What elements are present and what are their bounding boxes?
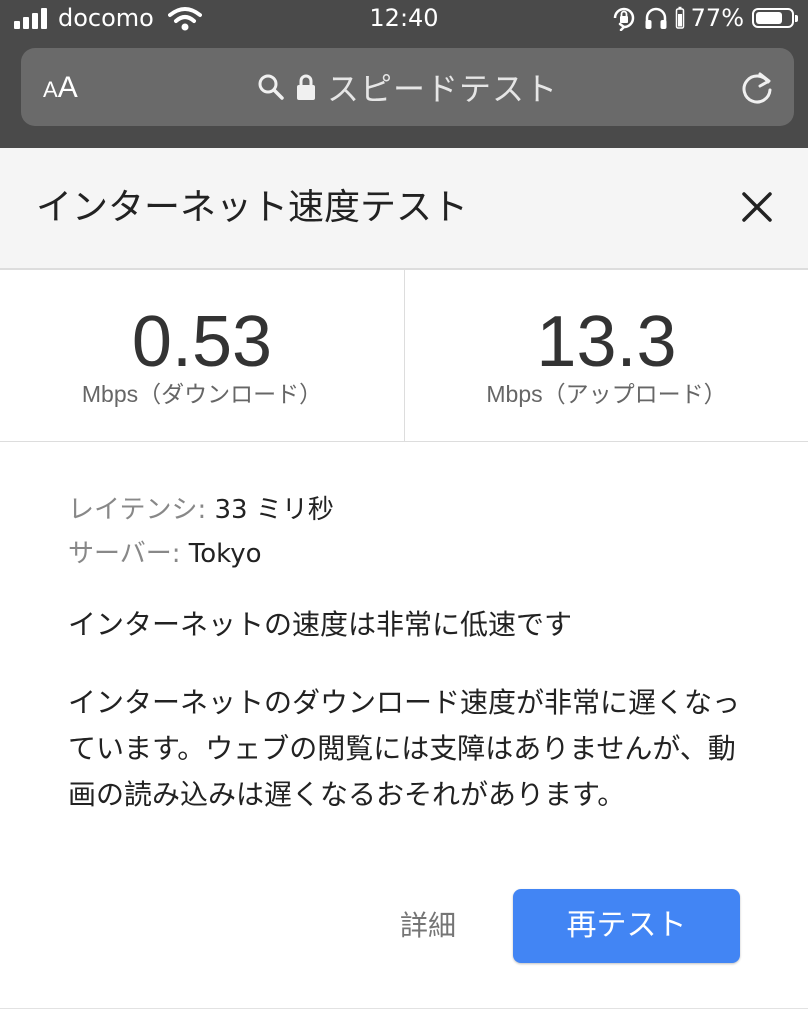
orientation-lock-icon <box>613 7 634 31</box>
status-bar: docomo 12:40 77% <box>0 0 808 40</box>
upload-unit-mbps: Mbps <box>486 381 543 407</box>
retest-button[interactable]: 再テスト <box>513 889 740 963</box>
address-bar[interactable]: AA スピードテスト <box>21 48 794 126</box>
speed-summary: インターネットの速度は非常に低速です <box>68 608 573 641</box>
battery-nub <box>795 15 798 22</box>
download-value: 0.53 <box>131 302 273 382</box>
lock-icon <box>296 74 315 100</box>
upload-value: 13.3 <box>536 302 677 382</box>
server-value: Tokyo <box>188 539 262 569</box>
speed-description: インターネットのダウンロード速度が非常に遅くなっています。ウェブの閲覧には支障は… <box>68 686 741 811</box>
url-title: スピードテスト <box>326 70 558 108</box>
connection-info: レイテンシ: 33 ミリ秒 サーバー: Tokyo <box>68 488 748 576</box>
download-metric: 0.53 Mbps（ダウンロード） <box>0 270 404 442</box>
battery-icon <box>752 8 798 28</box>
upload-unit-label: （アップロード） <box>542 382 727 408</box>
browser-chrome: docomo 12:40 77% AA スピードテスト <box>0 0 808 148</box>
speed-metrics: 0.53 Mbps（ダウンロード） 13.3 Mbps（アップロード） <box>0 270 808 442</box>
bottom-divider <box>0 1008 808 1009</box>
battery-fill <box>756 12 782 24</box>
download-unit: Mbps（ダウンロード） <box>0 378 404 411</box>
upload-unit: Mbps（アップロード） <box>405 378 808 411</box>
details-button[interactable]: 詳細 <box>376 888 480 964</box>
url-display[interactable]: スピードテスト <box>21 48 794 126</box>
latency-label: レイテンシ: <box>68 495 207 525</box>
download-unit-label: （ダウンロード） <box>138 382 323 408</box>
card-header: インターネット速度テスト <box>0 148 808 270</box>
headphones-icon <box>645 7 667 29</box>
battery-small-icon <box>675 6 684 29</box>
card-title: インターネット速度テスト <box>36 187 469 228</box>
battery-percent: 77% <box>690 4 744 32</box>
download-unit-mbps: Mbps <box>81 381 139 407</box>
server-label: サーバー: <box>68 539 181 569</box>
status-right-group: 77% <box>611 4 798 32</box>
latency-value: 33 ミリ秒 <box>214 495 334 525</box>
reload-icon[interactable] <box>738 68 776 106</box>
close-icon[interactable] <box>740 190 774 224</box>
upload-metric: 13.3 Mbps（アップロード） <box>404 270 808 442</box>
server-row: サーバー: Tokyo <box>68 532 748 576</box>
search-icon <box>258 74 284 100</box>
latency-row: レイテンシ: 33 ミリ秒 <box>68 488 748 532</box>
